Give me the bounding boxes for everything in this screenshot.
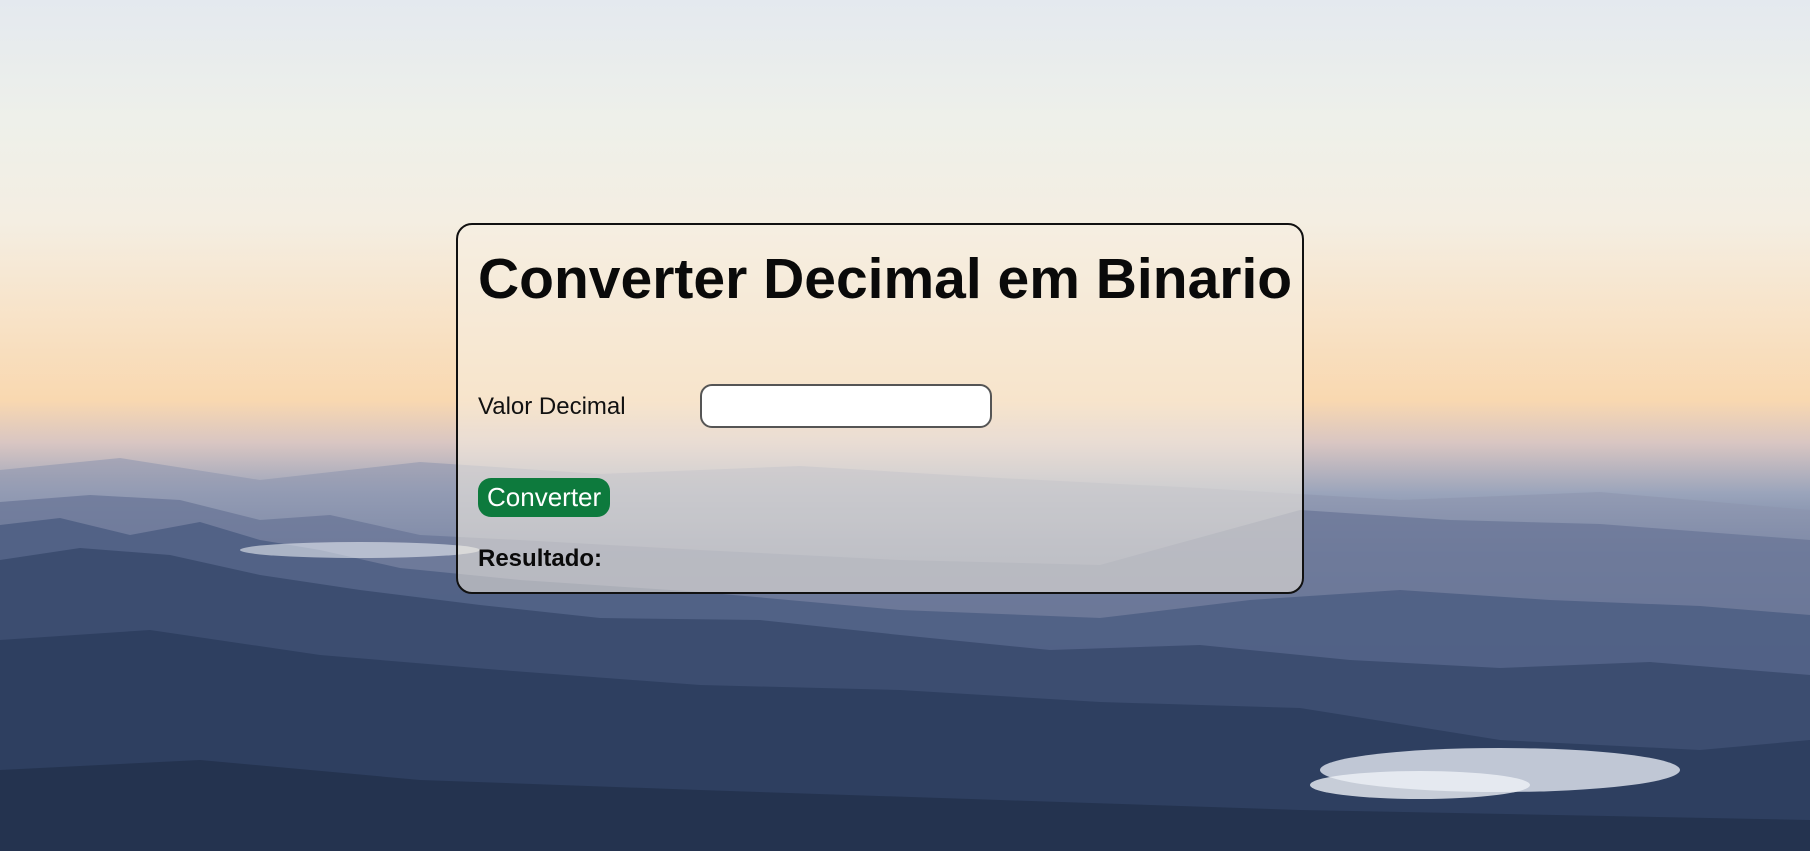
converter-card: Converter Decimal em Binario Valor Decim… [456,223,1304,594]
decimal-value-input[interactable] [700,384,992,428]
page-title: Converter Decimal em Binario [478,247,1293,311]
decimal-value-label: Valor Decimal [478,393,626,420]
result-label: Resultado: [478,545,603,572]
convert-button[interactable]: Converter [478,478,611,517]
